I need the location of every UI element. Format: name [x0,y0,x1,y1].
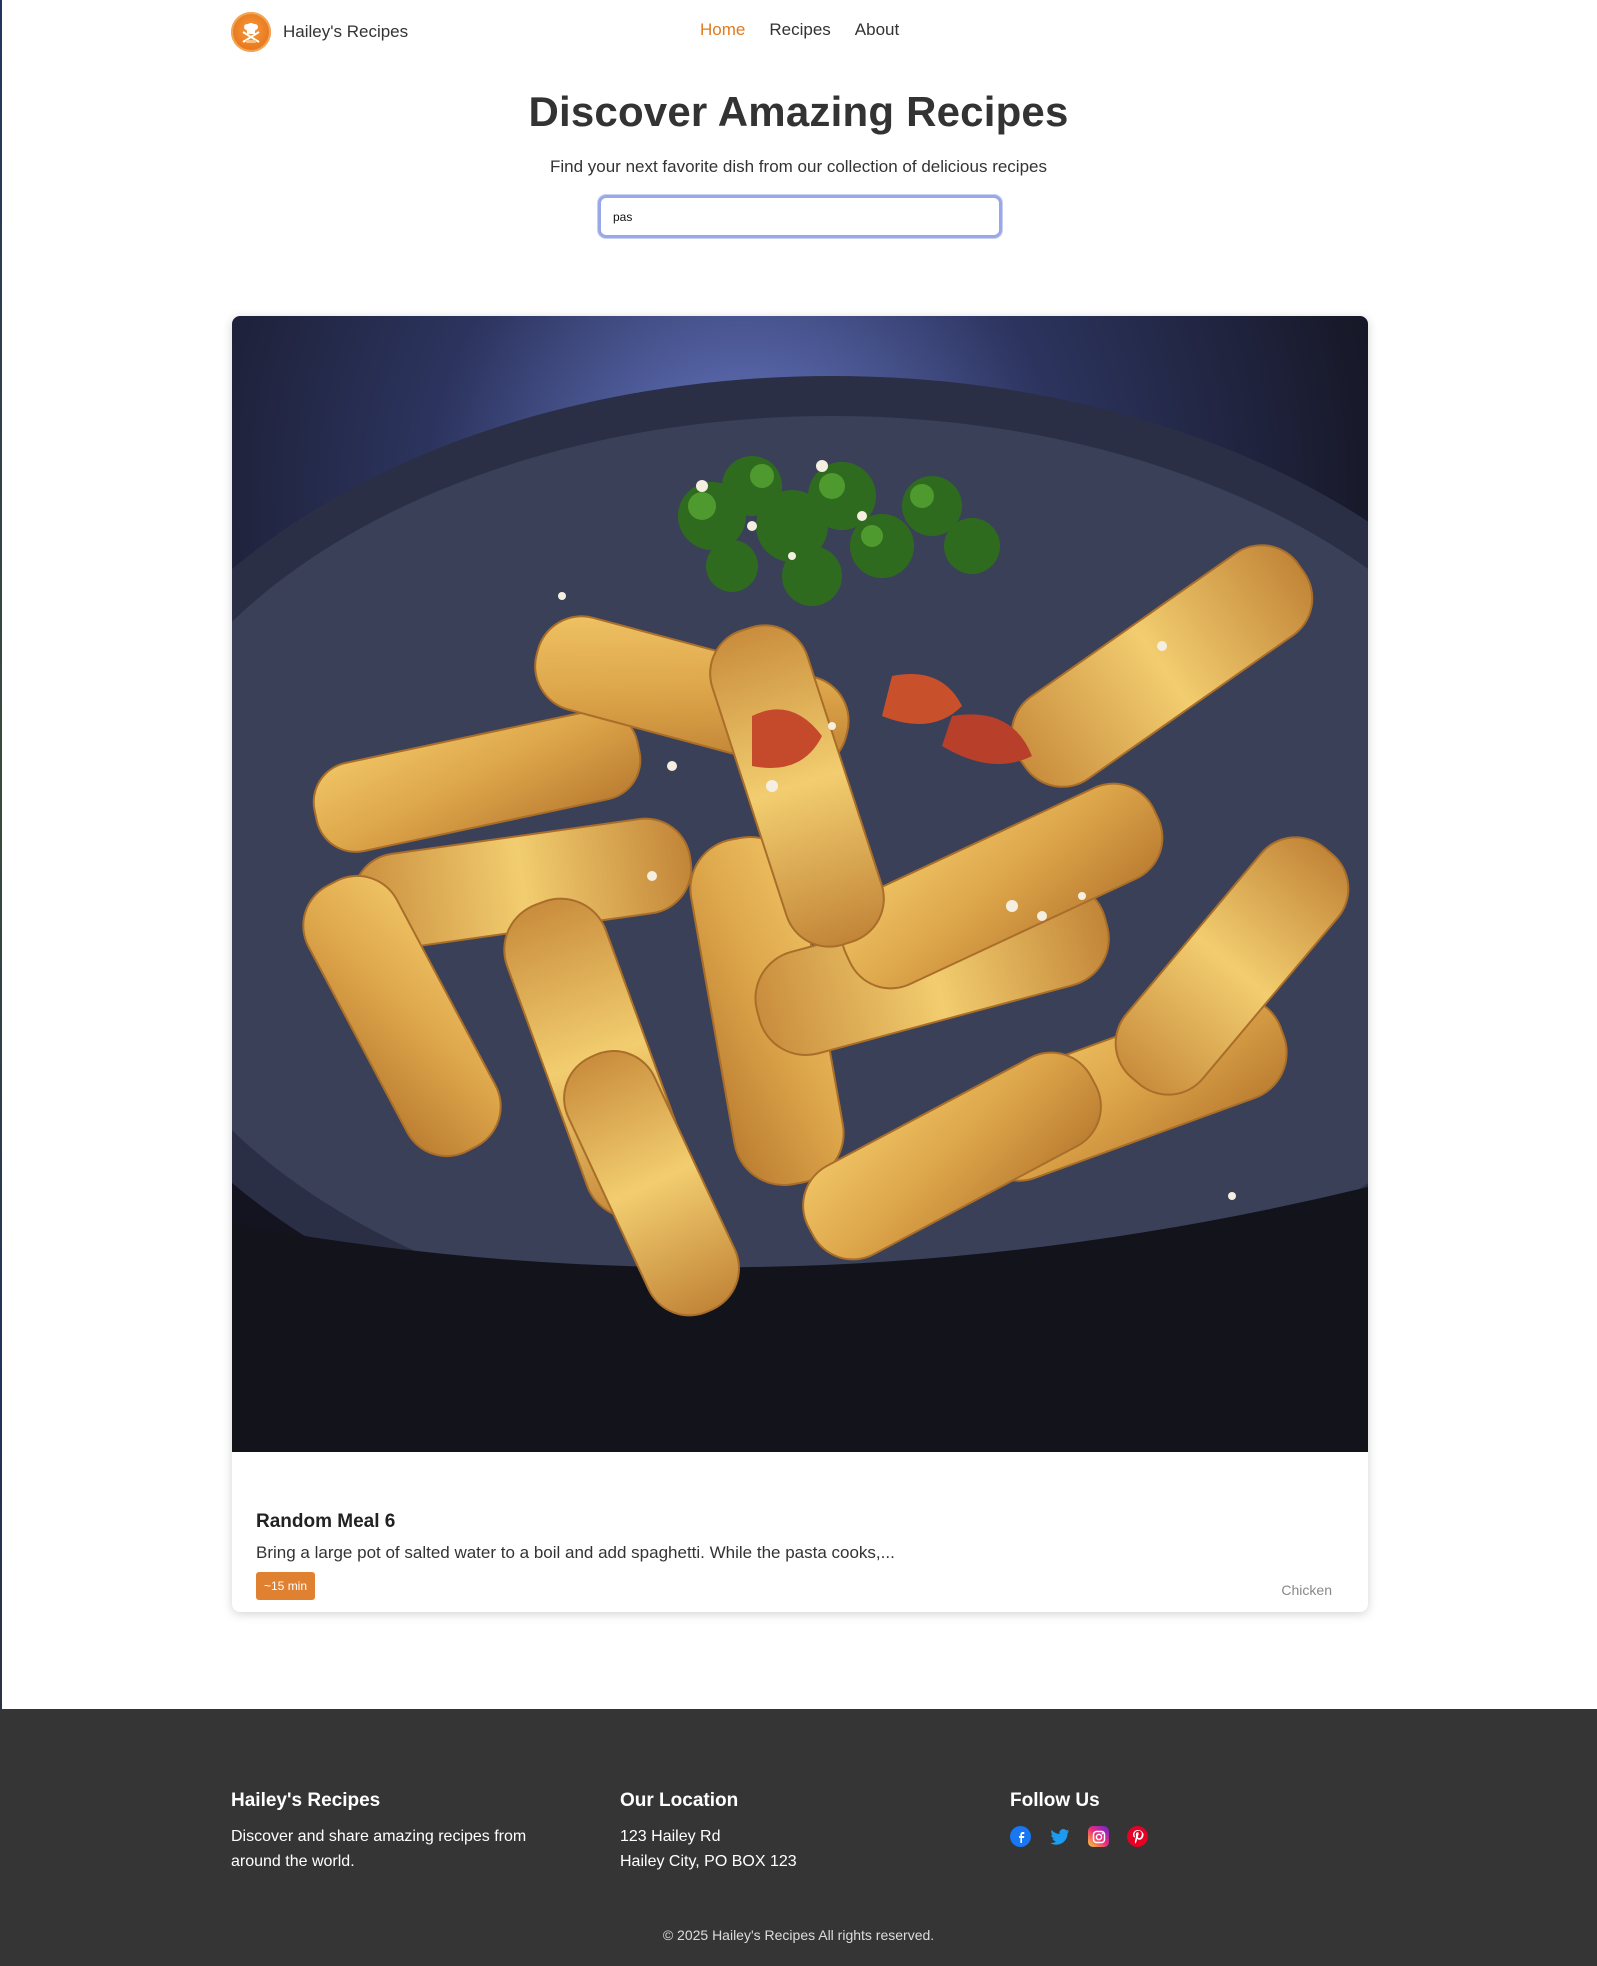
footer-address: 123 Hailey Rd Hailey City, PO BOX 123 [620,1824,940,1874]
address-line1: 123 Hailey Rd [620,1828,721,1845]
search-input[interactable] [598,195,1002,238]
footer-about: Hailey's Recipes Discover and share amaz… [231,1790,571,1874]
pinterest-icon[interactable] [1127,1826,1148,1847]
page-subtitle: Find your next favorite dish from our co… [549,157,1047,176]
nav-link-recipes[interactable]: Recipes [769,20,830,40]
nav-link-about[interactable]: About [855,20,899,40]
recipe-description: Bring a large pot of salted water to a b… [256,1543,895,1562]
footer: Hailey's Recipes Discover and share amaz… [0,1709,1597,1966]
footer-about-line2: around the world. [231,1853,355,1870]
footer-follow: Follow Us [1010,1790,1330,1847]
social-links [1010,1826,1330,1847]
footer-location-title: Our Location [620,1790,739,1811]
page: Hailey's Recipes Home Recipes About Disc… [0,0,1597,1966]
copyright: © 2025 Hailey's Recipes All rights reser… [662,1927,935,1943]
nav-links: Home Recipes About [700,20,899,40]
footer-about-line1: Discover and share amazing recipes from [231,1828,527,1845]
footer-follow-title: Follow Us [1010,1790,1100,1811]
facebook-icon[interactable] [1010,1826,1031,1847]
time-badge: ~15 min [256,1572,316,1600]
instagram-icon[interactable] [1088,1826,1109,1847]
nav-link-home[interactable]: Home [700,20,745,40]
brand-name: Hailey's Recipes [283,22,409,41]
brand-link[interactable]: Hailey's Recipes [231,12,408,52]
top-nav: Hailey's Recipes Home Recipes About [231,0,1367,64]
recipe-title: Random Meal 6 [256,1511,396,1532]
recipe-image [232,316,1368,1452]
recipe-card[interactable]: Random Meal 6 Bring a large pot of salte… [232,316,1368,1612]
window-edge [0,0,2,1966]
address-line2: Hailey City, PO BOX 123 [620,1853,797,1870]
footer-about-title: Hailey's Recipes [231,1790,381,1811]
twitter-icon[interactable] [1049,1826,1070,1847]
footer-location: Our Location 123 Hailey Rd Hailey City, … [620,1790,940,1874]
recipe-category: Chicken [1281,1582,1332,1598]
chef-logo-icon [231,12,271,52]
page-title: Discover Amazing Recipes [528,88,1069,135]
footer-about-text: Discover and share amazing recipes from … [231,1824,571,1874]
